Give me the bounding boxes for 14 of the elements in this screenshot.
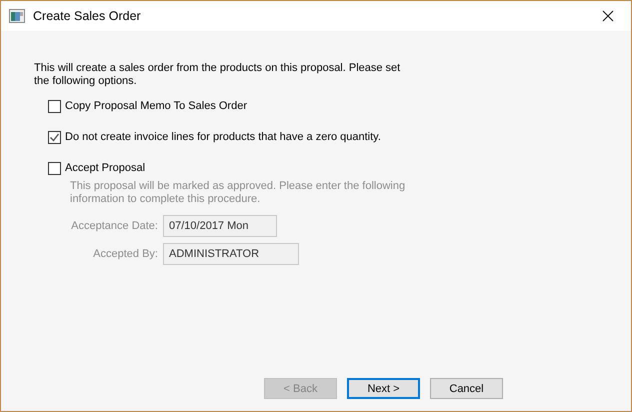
dialog-button[interactable]: Next > [347, 378, 420, 399]
checkbox[interactable] [48, 162, 61, 174]
intro-text: This will create a sales order from the products on this proposal. Please set the following options. [34, 62, 402, 88]
checkbox-label[interactable]: Copy Proposal Memo To Sales Order [65, 100, 247, 112]
checkbox-label[interactable]: Do not create invoice lines for products that have a zero quantity. [65, 131, 381, 143]
checkbox-label[interactable]: Accept Proposal [65, 162, 146, 174]
dialog-button[interactable]: Cancel [430, 378, 503, 399]
checkbox[interactable] [48, 100, 61, 112]
checkbox[interactable] [48, 130, 61, 144]
field-label: Accepted By: [92, 248, 158, 260]
app-icon [9, 9, 25, 23]
acceptance-note: This proposal will be marked as approved. Please enter the following information to complete this procedure. [70, 180, 406, 206]
field-label: Acceptance Date: [70, 220, 158, 232]
window-title: Create Sales Order [33, 9, 142, 23]
